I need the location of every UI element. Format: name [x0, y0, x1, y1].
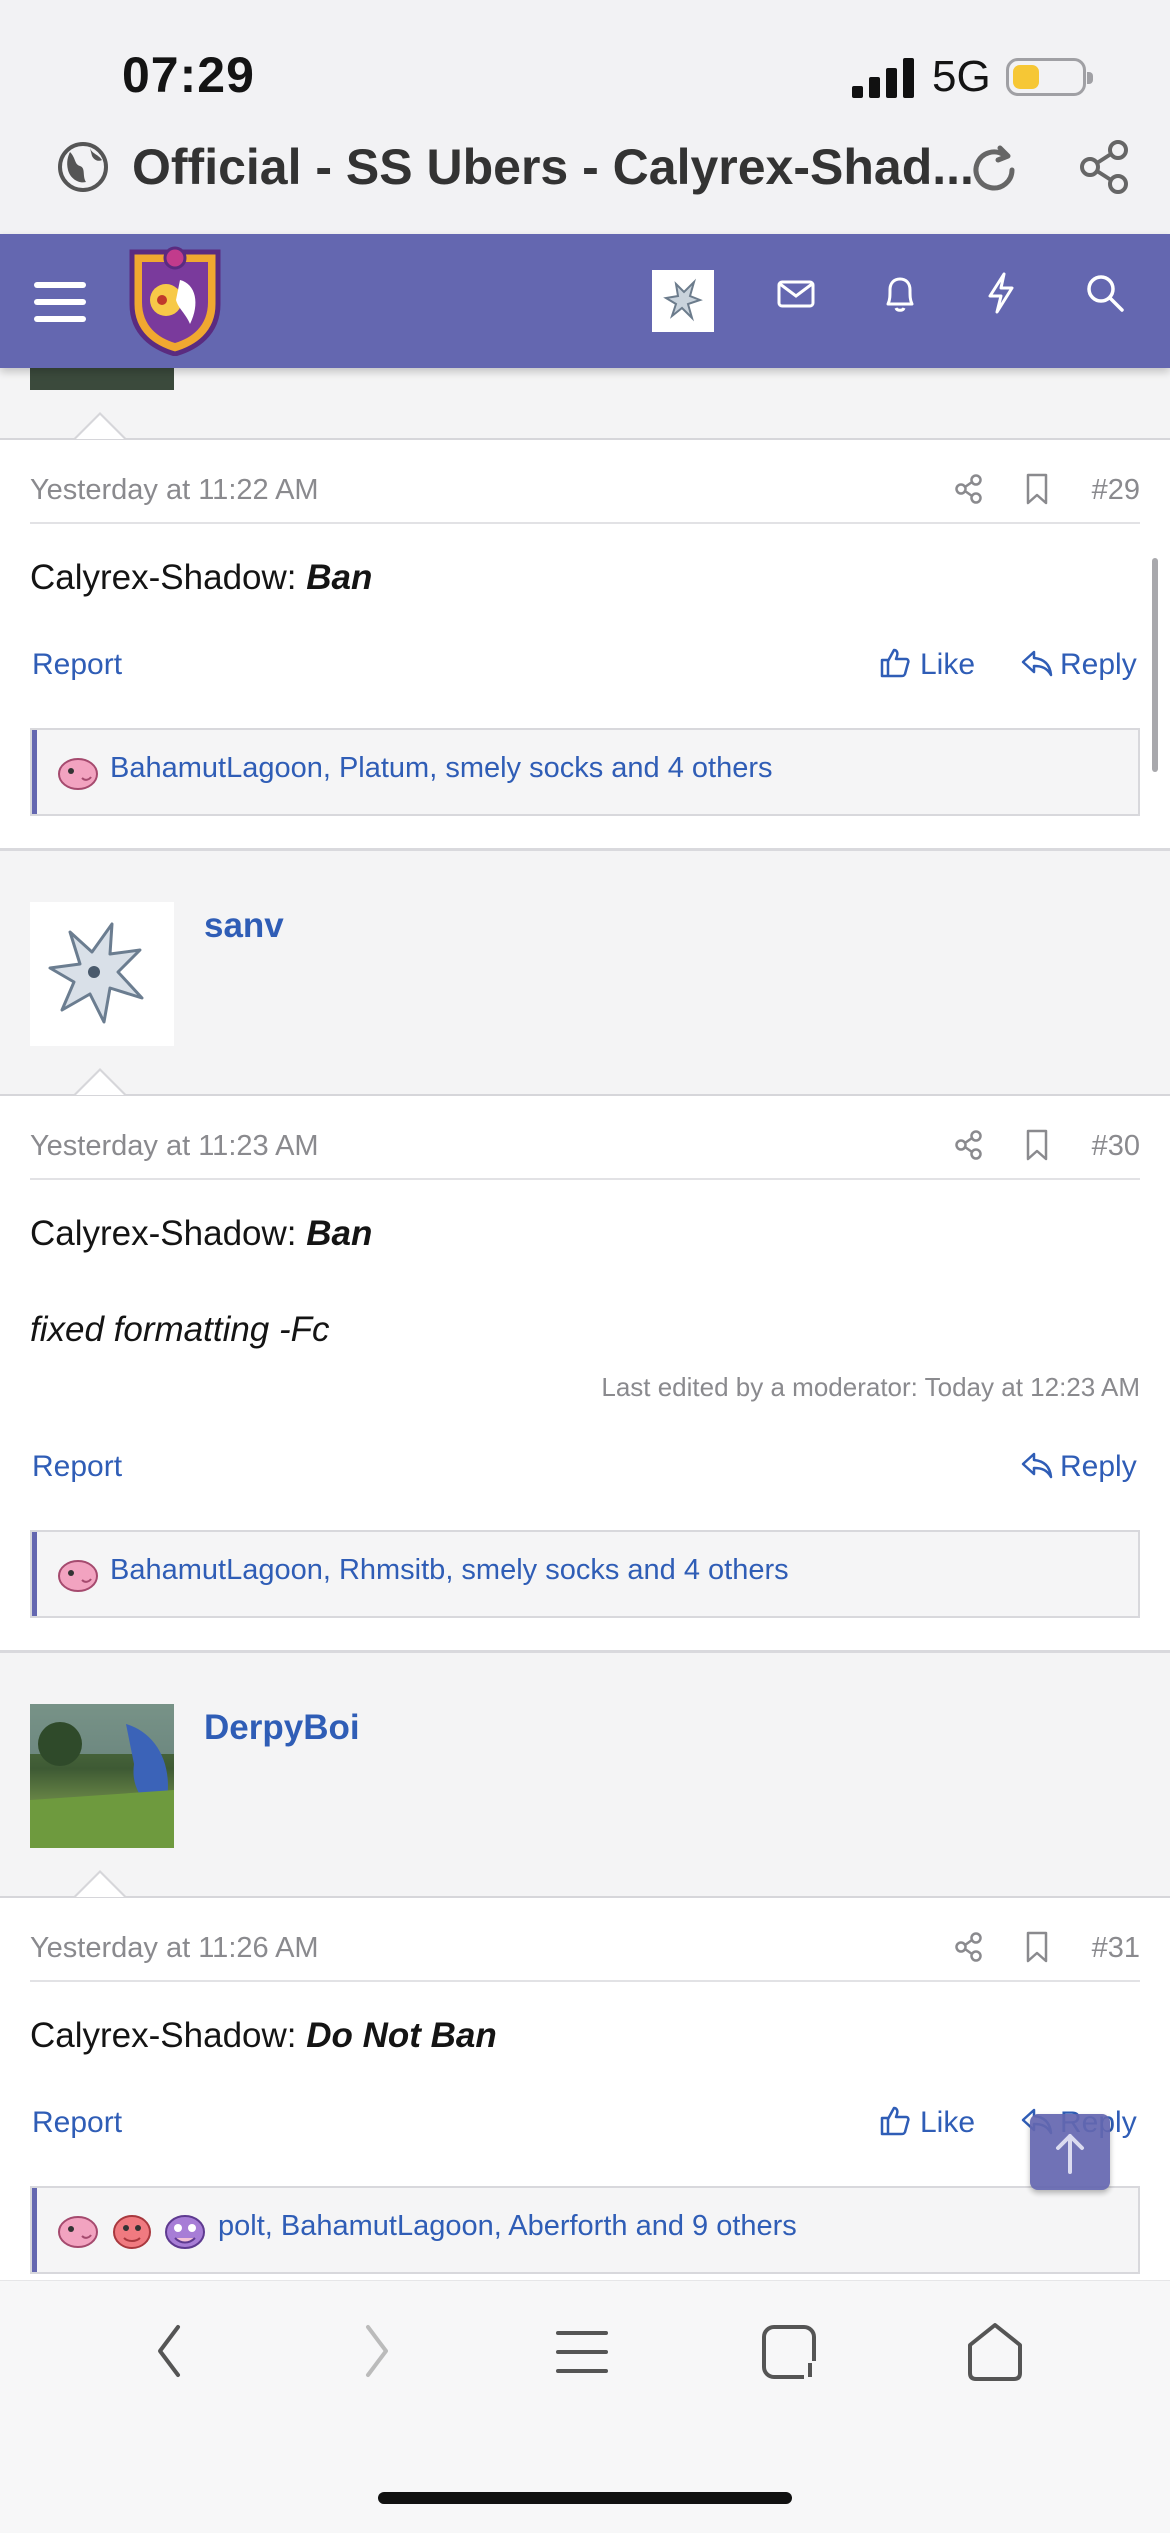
- share-icon[interactable]: [952, 1128, 986, 1162]
- share-icon[interactable]: [1074, 136, 1136, 198]
- search-icon[interactable]: [1084, 272, 1126, 314]
- post-content: Calyrex-Shadow: Do Not Ban: [30, 2016, 497, 2056]
- thumbs-up-icon[interactable]: [878, 2104, 912, 2138]
- tabs-icon[interactable]: [760, 2321, 822, 2383]
- report-link[interactable]: Report: [32, 648, 122, 682]
- reactions-bar[interactable]: BahamutLagoon, Platum, smely socks and 4…: [30, 728, 1140, 816]
- forum-header: [0, 234, 1170, 368]
- menu-icon[interactable]: [30, 272, 90, 332]
- like-link[interactable]: Like: [920, 648, 975, 682]
- reaction-icon: [58, 758, 98, 790]
- reply-icon[interactable]: [1020, 1450, 1054, 1480]
- network-type: 5G: [932, 52, 991, 101]
- avatar[interactable]: [30, 1704, 174, 1848]
- mail-icon[interactable]: [776, 274, 816, 314]
- post-number[interactable]: #30: [1092, 1130, 1140, 1163]
- edited-notice: Last edited by a moderator: Today at 12:…: [601, 1372, 1140, 1402]
- globe-icon: [58, 142, 108, 192]
- report-link[interactable]: Report: [32, 2106, 122, 2140]
- vote-value: Do Not Ban: [306, 2016, 497, 2055]
- report-link[interactable]: Report: [32, 1450, 122, 1484]
- reaction-icon: [113, 2215, 151, 2249]
- username[interactable]: DerpyBoi: [204, 1708, 360, 1748]
- moderator-note: fixed formatting -Fc: [30, 1310, 330, 1349]
- share-icon[interactable]: [952, 472, 986, 506]
- scrollbar[interactable]: [1152, 558, 1158, 772]
- post-number[interactable]: #29: [1092, 474, 1140, 507]
- home-indicator: [378, 2492, 792, 2504]
- battery-icon: [1006, 58, 1093, 96]
- reactions-text[interactable]: BahamutLagoon, Rhmsitb, smely socks and …: [110, 1554, 789, 1587]
- reaction-icon: [58, 1560, 98, 1592]
- reply-link[interactable]: Reply: [1060, 1450, 1137, 1484]
- status-time: 07:29: [122, 47, 255, 103]
- signal-icon: [852, 58, 914, 98]
- forward-icon[interactable]: [356, 2321, 396, 2381]
- site-logo-icon[interactable]: [126, 244, 224, 356]
- post-timestamp[interactable]: Yesterday at 11:22 AM: [30, 474, 319, 507]
- post-content: Calyrex-Shadow: Ban: [30, 558, 372, 598]
- vote-label: Calyrex-Shadow:: [30, 2016, 297, 2055]
- vote-value: Ban: [306, 558, 373, 597]
- reload-icon[interactable]: [964, 140, 1024, 200]
- avatar[interactable]: [30, 902, 174, 1046]
- post-timestamp[interactable]: Yesterday at 11:23 AM: [30, 1130, 319, 1163]
- scroll-to-top-button[interactable]: [1030, 2114, 1110, 2190]
- bookmark-icon[interactable]: [1024, 472, 1050, 506]
- reply-icon[interactable]: [1020, 648, 1054, 678]
- vote-value: Ban: [306, 1214, 373, 1253]
- menu-icon[interactable]: [556, 2329, 608, 2375]
- reply-link[interactable]: Reply: [1060, 648, 1137, 682]
- like-link[interactable]: Like: [920, 2106, 975, 2140]
- post-number[interactable]: #31: [1092, 1932, 1140, 1965]
- share-icon[interactable]: [952, 1930, 986, 1964]
- lightning-icon[interactable]: [982, 270, 1020, 316]
- user-avatar-icon[interactable]: [652, 270, 714, 332]
- status-bar: 07:29 5G: [0, 0, 1170, 130]
- post-content: Calyrex-Shadow: Ban: [30, 1214, 372, 1254]
- vote-label: Calyrex-Shadow:: [30, 558, 297, 597]
- bookmark-icon[interactable]: [1024, 1930, 1050, 1964]
- post-user-band: [0, 1650, 1170, 1899]
- reactions-bar[interactable]: BahamutLagoon, Rhmsitb, smely socks and …: [30, 1530, 1140, 1618]
- avatar[interactable]: [30, 368, 174, 390]
- username[interactable]: sanv: [204, 906, 284, 946]
- reaction-icon: [165, 2215, 205, 2249]
- arrow-up-icon: [1056, 2134, 1084, 2174]
- home-icon[interactable]: [964, 2321, 1026, 2383]
- back-icon[interactable]: [150, 2321, 190, 2381]
- reactions-text[interactable]: polt, BahamutLagoon, Aberforth and 9 oth…: [218, 2210, 797, 2243]
- bookmark-icon[interactable]: [1024, 1128, 1050, 1162]
- reactions-text[interactable]: BahamutLagoon, Platum, smely socks and 4…: [110, 752, 773, 785]
- reaction-icon: [58, 2216, 98, 2248]
- page-title[interactable]: Official - SS Ubers - Calyrex-Shad...: [132, 138, 974, 196]
- vote-label: Calyrex-Shadow:: [30, 1214, 297, 1253]
- reactions-bar[interactable]: polt, BahamutLagoon, Aberforth and 9 oth…: [30, 2186, 1140, 2274]
- post-user-band: [0, 848, 1170, 1097]
- thumbs-up-icon[interactable]: [878, 646, 912, 680]
- bell-icon[interactable]: [880, 272, 920, 316]
- post-timestamp[interactable]: Yesterday at 11:26 AM: [30, 1932, 319, 1965]
